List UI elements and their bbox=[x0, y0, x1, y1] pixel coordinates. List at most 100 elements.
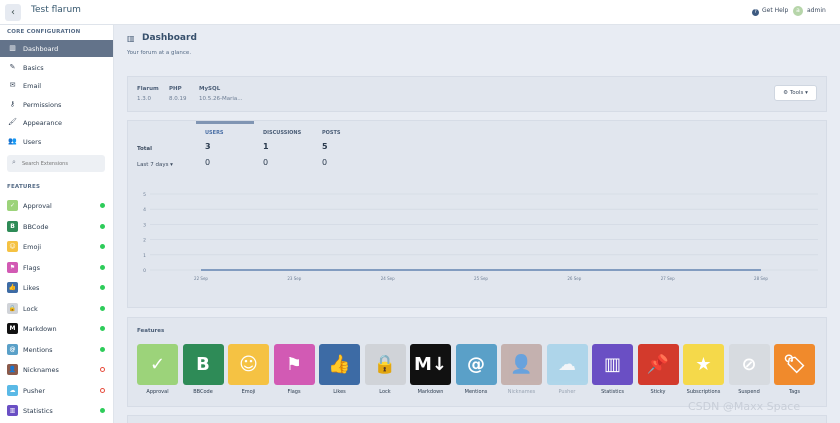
extension-search[interactable]: ⌕ bbox=[7, 155, 105, 172]
sidebar-feature-emoji[interactable]: ☺ Emoji bbox=[0, 238, 113, 258]
sidebar-feature-likes[interactable]: 👍 Likes bbox=[0, 279, 113, 299]
search-icon: ⌕ bbox=[12, 158, 16, 166]
versions-panel: Flarum 1.3.0 PHP 8.0.19 MySQL 10.5.26-Maria..… bbox=[127, 76, 827, 112]
x-tick-label: 23 Sep bbox=[287, 276, 301, 281]
total-users: 3 bbox=[205, 142, 211, 151]
status-dot bbox=[100, 346, 105, 352]
tab-posts[interactable]: POSTS bbox=[322, 130, 341, 136]
sidebar-item-label: Email bbox=[23, 82, 42, 91]
thumbs-up-icon: 👍 bbox=[319, 344, 360, 385]
sidebar-feature-label: BBCode bbox=[23, 222, 49, 231]
extension-name: Likes bbox=[333, 389, 346, 395]
extension-statistics[interactable]: ▥ Statistics bbox=[592, 344, 635, 395]
sidebar-feature-label: Pusher bbox=[23, 386, 46, 395]
lock-icon: 🔒 bbox=[364, 344, 406, 385]
get-help-label: Get Help bbox=[762, 7, 789, 14]
version-flarum: Flarum 1.3.0 bbox=[137, 86, 159, 102]
period-dropdown[interactable]: Last 7 days ▾ bbox=[137, 162, 173, 168]
y-tick-label: 3 bbox=[143, 222, 146, 228]
sidebar-item-appearance[interactable]: 🖌 Appearance bbox=[0, 114, 113, 131]
extension-subscriptions[interactable]: ★ Subscriptions bbox=[683, 344, 726, 395]
statistics-chart: 5 4 3 2 1 0 22 Sep 23 Sep 24 Sep 25 Sep 26 Sep 27 S… bbox=[128, 181, 828, 291]
sidebar-item-label: Appearance bbox=[23, 119, 63, 128]
bbcode-icon: B bbox=[7, 220, 18, 232]
x-tick-label: 22 Sep bbox=[194, 276, 208, 281]
status-dot bbox=[100, 223, 105, 229]
smile-icon: ☺ bbox=[228, 344, 269, 385]
status-dot bbox=[100, 305, 105, 311]
extension-bbcode[interactable]: B BBCode bbox=[182, 344, 226, 395]
page-title: Dashboard bbox=[142, 33, 197, 43]
flags-icon: ⚑ bbox=[7, 261, 18, 273]
sidebar-item-permissions[interactable]: ⚷ Permissions bbox=[0, 96, 113, 113]
sidebar-item-label: Permissions bbox=[23, 100, 62, 109]
key-icon: ⚷ bbox=[9, 99, 16, 108]
get-help-link[interactable]: ? Get Help bbox=[752, 7, 788, 16]
active-tab-indicator bbox=[196, 121, 254, 124]
sidebar-feature-flags[interactable]: ⚑ Flags bbox=[0, 259, 113, 279]
sidebar-item-users[interactable]: 👥 Users bbox=[0, 133, 113, 150]
sidebar-feature-pusher[interactable]: ☁ Pusher bbox=[0, 382, 113, 402]
sidebar-feature-lock[interactable]: 🔒 Lock bbox=[0, 300, 113, 320]
chart-svg: 5 4 3 2 1 0 22 Sep 23 Sep 24 Sep 25 Sep 26 Sep 27 S… bbox=[143, 192, 818, 281]
sidebar-item-basics[interactable]: ✎ Basics bbox=[0, 59, 113, 76]
extension-sticky[interactable]: 📌 Sticky bbox=[637, 344, 681, 395]
status-dot bbox=[100, 408, 105, 413]
status-dot bbox=[100, 326, 105, 331]
tools-dropdown[interactable]: ⚙ Tools ▾ bbox=[774, 85, 817, 101]
extension-mentions[interactable]: @ Mentions bbox=[455, 344, 499, 395]
core-config-title: CORE CONFIGURATION bbox=[7, 29, 81, 35]
extension-name: Suspend bbox=[738, 389, 760, 395]
sidebar: CORE CONFIGURATION ▥ Dashboard ✎ Basics ✉ Ema… bbox=[0, 25, 114, 423]
sidebar-feature-mentions[interactable]: @ Mentions bbox=[0, 341, 113, 361]
extension-lock[interactable]: 🔒 Lock bbox=[364, 344, 408, 395]
tab-users[interactable]: USERS bbox=[205, 130, 224, 136]
total-posts: 5 bbox=[322, 142, 328, 151]
total-label: Total bbox=[137, 146, 153, 152]
paintbrush-icon: 🖌 bbox=[8, 118, 17, 127]
sidebar-feature-label: Lock bbox=[23, 304, 38, 313]
extension-tags[interactable]: 🏷 Tags bbox=[774, 344, 817, 395]
extension-likes[interactable]: 👍 Likes bbox=[319, 344, 362, 395]
extension-name: Flags bbox=[287, 389, 301, 395]
app-title[interactable]: Test flarum bbox=[31, 5, 81, 15]
y-tick-label: 2 bbox=[143, 238, 146, 244]
sidebar-feature-bbcode[interactable]: B BBCode bbox=[0, 218, 113, 238]
extension-name: Tags bbox=[788, 389, 801, 395]
mentions-icon: @ bbox=[7, 343, 18, 355]
period-discussions: 0 bbox=[263, 158, 269, 167]
search-input[interactable] bbox=[22, 158, 102, 169]
sidebar-item-dashboard[interactable]: ▥ Dashboard bbox=[0, 40, 113, 57]
sidebar-feature-markdown[interactable]: M Markdown bbox=[0, 320, 113, 340]
x-tick-label: 25 Sep bbox=[474, 276, 488, 281]
question-icon: ? bbox=[752, 9, 759, 16]
back-button[interactable]: ‹ bbox=[5, 4, 21, 21]
extension-pusher[interactable]: ☁ Pusher bbox=[546, 344, 590, 395]
extension-markdown[interactable]: M↓ Markdown bbox=[410, 344, 453, 395]
sidebar-feature-nicknames[interactable]: 👤 Nicknames bbox=[0, 361, 113, 381]
version-php: PHP 8.0.19 bbox=[169, 86, 187, 102]
tab-discussions[interactable]: DISCUSSIONS bbox=[263, 130, 301, 136]
sidebar-feature-approval[interactable]: ✓ Approval bbox=[0, 197, 113, 217]
user-menu[interactable]: admin bbox=[807, 7, 826, 14]
users-icon: 👥 bbox=[8, 137, 17, 145]
avatar[interactable]: a bbox=[793, 6, 803, 16]
extension-name: Emoji bbox=[241, 389, 256, 395]
extension-name: Nicknames bbox=[507, 389, 536, 395]
sidebar-feature-statistics[interactable]: ▥ Statistics bbox=[0, 402, 113, 422]
sidebar-item-email[interactable]: ✉ Email bbox=[0, 77, 113, 94]
extension-approval[interactable]: ✓ Approval bbox=[137, 344, 180, 395]
extension-emoji[interactable]: ☺ Emoji bbox=[228, 344, 271, 395]
sidebar-item-label: Basics bbox=[23, 63, 44, 72]
extension-name: BBCode bbox=[193, 389, 213, 395]
chart-icon: ▥ bbox=[9, 44, 16, 52]
star-icon: ★ bbox=[683, 344, 724, 385]
approval-icon: ✓ bbox=[7, 200, 18, 211]
extension-name: Sticky bbox=[650, 389, 666, 395]
at-icon: @ bbox=[455, 344, 497, 385]
markdown-icon: M bbox=[7, 323, 18, 334]
extension-nicknames[interactable]: 👤 Nicknames bbox=[501, 344, 544, 395]
extension-suspend[interactable]: ⊘ Suspend bbox=[728, 344, 772, 395]
extension-flags[interactable]: ⚑ Flags bbox=[273, 344, 317, 395]
extension-name: Approval bbox=[146, 389, 169, 395]
